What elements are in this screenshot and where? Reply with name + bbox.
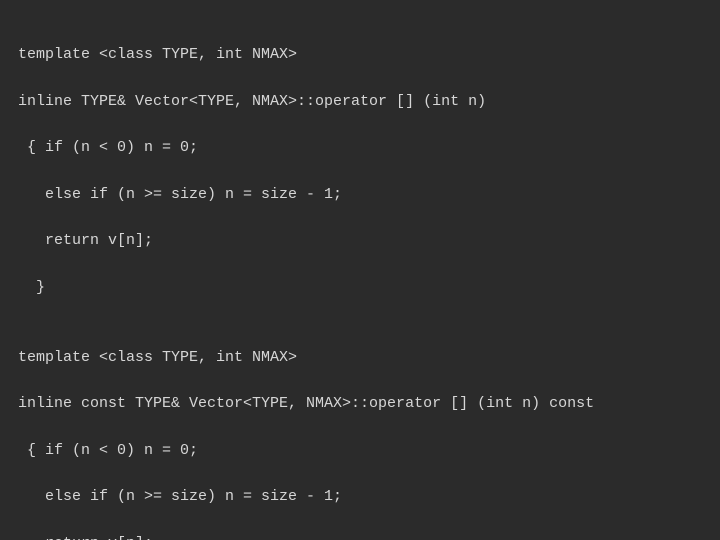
code-line: else if (n >= size) n = size - 1; (18, 183, 702, 206)
code-line: template <class TYPE, int NMAX> (18, 346, 702, 369)
code-line: { if (n < 0) n = 0; (18, 439, 702, 462)
code-line: { if (n < 0) n = 0; (18, 136, 702, 159)
code-line: inline const TYPE& Vector<TYPE, NMAX>::o… (18, 392, 702, 415)
code-line: return v[n]; (18, 532, 702, 540)
code-line: return v[n]; (18, 229, 702, 252)
code-line: template <class TYPE, int NMAX> (18, 43, 702, 66)
code-line: } (18, 276, 702, 299)
code-block: template <class TYPE, int NMAX> inline T… (0, 0, 720, 540)
code-line: else if (n >= size) n = size - 1; (18, 485, 702, 508)
code-line: inline TYPE& Vector<TYPE, NMAX>::operato… (18, 90, 702, 113)
